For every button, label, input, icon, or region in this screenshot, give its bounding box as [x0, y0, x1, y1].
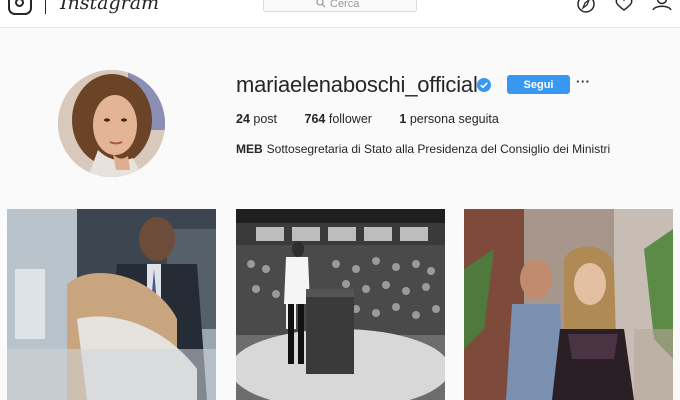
search-input[interactable]: Cerca [263, 0, 417, 12]
followers-count: 764 [304, 112, 326, 126]
post-thumbnail[interactable] [236, 209, 445, 400]
heart-icon[interactable] [613, 0, 635, 14]
following-count: 1 [399, 112, 407, 126]
followers-label: follower [328, 112, 372, 126]
explore-icon[interactable] [575, 0, 597, 14]
top-navigation-bar: Instagram Cerca [0, 0, 680, 28]
following-stat[interactable]: 1 persona seguita [399, 112, 498, 126]
posts-count: 24 [236, 112, 250, 126]
more-options-icon[interactable]: ··· [576, 74, 591, 89]
post-thumbnail[interactable] [464, 209, 673, 400]
profile-stats: 24 post 764 follower 1 persona seguita [236, 112, 523, 126]
logo-divider [45, 0, 46, 14]
post-image [7, 209, 216, 400]
profile-full-name: MEB [236, 142, 263, 156]
follow-button[interactable]: Segui [507, 75, 570, 94]
avatar-photo [58, 70, 165, 177]
verified-badge-icon [477, 78, 491, 92]
following-label: persona seguita [409, 112, 499, 126]
search-icon [316, 0, 326, 8]
post-image [236, 209, 445, 400]
profile-bio-text: Sottosegretaria di Stato alla Presidenza… [266, 142, 611, 156]
profile-username: mariaelenaboschi_official [236, 72, 478, 97]
followers-stat[interactable]: 764 follower [305, 112, 372, 126]
posts-stat: 24 post [236, 112, 277, 126]
user-icon[interactable] [651, 0, 673, 14]
post-image [464, 209, 673, 400]
instagram-wordmark[interactable]: Instagram [60, 0, 159, 14]
post-thumbnail[interactable] [7, 209, 216, 400]
instagram-camera-icon[interactable] [8, 0, 32, 15]
search-placeholder: Cerca [330, 0, 360, 10]
profile-bio: MEB Sottosegretaria di Stato alla Preside… [236, 142, 610, 156]
profile-avatar[interactable] [58, 70, 165, 177]
posts-label: post [253, 112, 278, 126]
